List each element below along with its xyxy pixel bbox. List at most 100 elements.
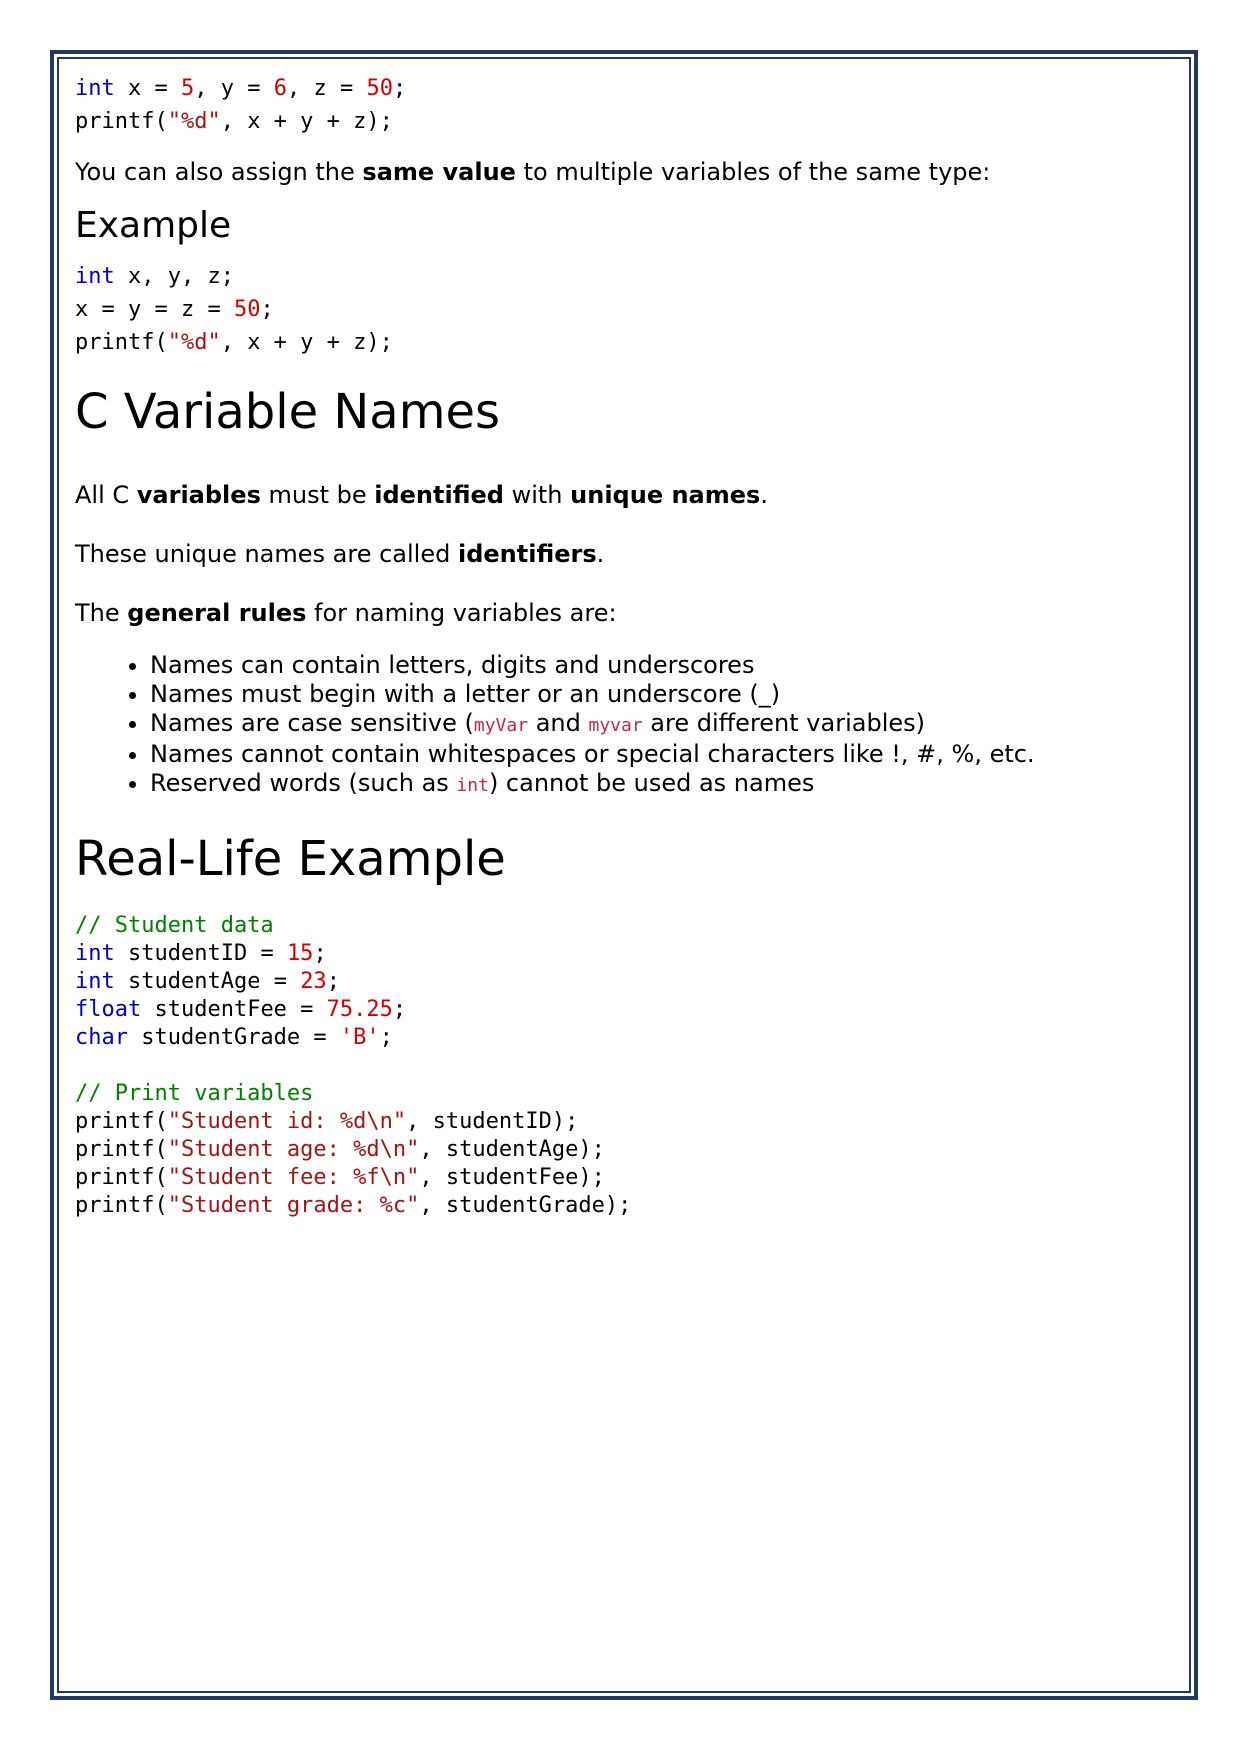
list-item-text: Names are case sensitive ( (150, 709, 474, 737)
code-line: printf("Student age: %d\n", studentAge); (75, 1137, 605, 1162)
code-text: ; (260, 297, 274, 322)
inline-code: myVar (473, 715, 529, 736)
code-number: 'B' (339, 1025, 380, 1050)
inline-code: int (456, 775, 489, 796)
document-content: int x = 5, y = 6, z = 50; printf("%d", x… (75, 72, 1165, 1220)
paragraph-text: All C (75, 481, 137, 509)
code-line: int x = 5, y = 6, z = 50; (75, 76, 406, 101)
code-text: printf( (75, 330, 168, 355)
list-item: Names can contain letters, digits and un… (150, 651, 1165, 680)
code-text: ; (326, 969, 340, 994)
code-text: studentAge = (114, 969, 301, 994)
paragraph-text: with (503, 481, 571, 509)
code-text: printf( (75, 1137, 168, 1162)
code-number: 50 (366, 76, 393, 101)
list-item-text: Reserved words (such as (150, 769, 457, 797)
code-number: 50 (233, 297, 261, 322)
code-text: printf( (75, 1109, 168, 1134)
code-comment: // Student data (75, 913, 274, 938)
identified-paragraph: All C variables must be identified with … (75, 479, 1165, 511)
inline-code: myvar (588, 715, 643, 736)
code-string: "Student age: %d\n" (167, 1137, 420, 1162)
code-line: printf("Student id: %d\n", studentID); (75, 1109, 578, 1134)
list-item-text: are different variables) (642, 709, 925, 737)
code-text: x, y, z; (114, 264, 234, 289)
list-item: Names cannot contain whitespaces or spec… (150, 740, 1165, 769)
code-string: "%d" (167, 109, 221, 134)
code-line: printf("%d", x + y + z); (75, 109, 393, 134)
code-number: 15 (286, 941, 314, 966)
code-line: x = y = z = 50; (75, 297, 274, 322)
code-string: "Student id: %d\n" (167, 1109, 407, 1134)
code-text: studentFee = (141, 997, 327, 1022)
code-line: int studentAge = 23; (75, 969, 340, 994)
paragraph-text: . (596, 540, 605, 568)
code-text: ; (379, 1025, 393, 1050)
bold-text: variables (136, 481, 261, 509)
code-text: printf( (75, 109, 168, 134)
code-text: , y = (194, 76, 274, 101)
bold-text: unique names (570, 481, 761, 509)
code-text: studentGrade = (127, 1025, 340, 1050)
code-keyword: float (75, 997, 142, 1022)
code-text: printf( (75, 1193, 168, 1218)
section-title-real-life-example: Real-Life Example (75, 831, 506, 887)
code-string: "Student grade: %c" (167, 1193, 420, 1218)
code-line: char studentGrade = 'B'; (75, 1025, 393, 1050)
paragraph-text: These unique names are called (75, 540, 458, 568)
code-line: printf("%d", x + y + z); (75, 330, 393, 355)
paragraph-text: You can also assign the (75, 158, 363, 186)
bold-text: identifiers (457, 540, 597, 568)
code-text: ; (392, 76, 407, 101)
code-block-multiple-variables: int x = 5, y = 6, z = 50; printf("%d", x… (75, 72, 1165, 138)
paragraph-text: must be (260, 481, 375, 509)
code-text: ; (313, 941, 327, 966)
code-comment: // Print variables (75, 1081, 314, 1106)
code-keyword: int (75, 76, 115, 101)
code-line: printf("Student fee: %f\n", studentFee); (75, 1165, 605, 1190)
list-item-text: ) cannot be used as names (488, 769, 815, 797)
code-block-student-data: // Student data int studentID = 15; int … (75, 912, 1165, 1220)
identifiers-paragraph: These unique names are called identifier… (75, 538, 1165, 570)
code-text: x = y = z = (75, 297, 234, 322)
bold-text: same value (362, 158, 516, 186)
code-string: "Student fee: %f\n" (167, 1165, 420, 1190)
paragraph-text: . (760, 481, 768, 509)
code-block-same-value: int x, y, z; x = y = z = 50; printf("%d"… (75, 260, 1165, 359)
code-text: , studentGrade); (419, 1193, 632, 1218)
code-number: 23 (300, 969, 327, 994)
naming-rules-list: Names can contain letters, digits and un… (75, 651, 1165, 800)
code-number: 75.25 (326, 997, 393, 1022)
code-keyword: int (75, 969, 115, 994)
code-keyword: int (75, 941, 115, 966)
code-line: float studentFee = 75.25; (75, 997, 406, 1022)
code-text: , x + y + z); (220, 330, 393, 355)
paragraph-text: to multiple variables of the same type: (515, 158, 991, 186)
code-string: "%d" (167, 330, 221, 355)
code-text: printf( (75, 1165, 168, 1190)
list-item: Names are case sensitive (myVar and myva… (150, 709, 1165, 740)
same-value-paragraph: You can also assign the same value to mu… (75, 156, 1165, 188)
code-text: , studentID); (406, 1109, 579, 1134)
code-text: , studentFee); (419, 1165, 605, 1190)
code-keyword: int (75, 264, 115, 289)
code-line: printf("Student grade: %c", studentGrade… (75, 1193, 631, 1218)
code-text: , x + y + z); (220, 109, 393, 134)
code-text: ; (392, 997, 407, 1022)
code-text: x = (114, 76, 181, 101)
code-text: , studentAge); (419, 1137, 605, 1162)
bold-text: identified (374, 481, 504, 509)
example-heading: Example (75, 205, 232, 246)
code-text: , z = (286, 76, 367, 101)
list-item-text: and (528, 709, 589, 737)
code-number: 6 (273, 76, 287, 101)
code-keyword: char (75, 1025, 128, 1050)
code-line: int x, y, z; (75, 264, 234, 289)
section-title-variable-names: C Variable Names (75, 384, 500, 440)
code-line: int studentID = 15; (75, 941, 327, 966)
list-item: Names must begin with a letter or an und… (150, 680, 1165, 709)
bold-text: general rules (127, 599, 307, 627)
general-rules-paragraph: The general rules for naming variables a… (75, 597, 1165, 629)
code-text: studentID = (114, 941, 287, 966)
list-item: Reserved words (such as int) cannot be u… (150, 769, 1165, 800)
